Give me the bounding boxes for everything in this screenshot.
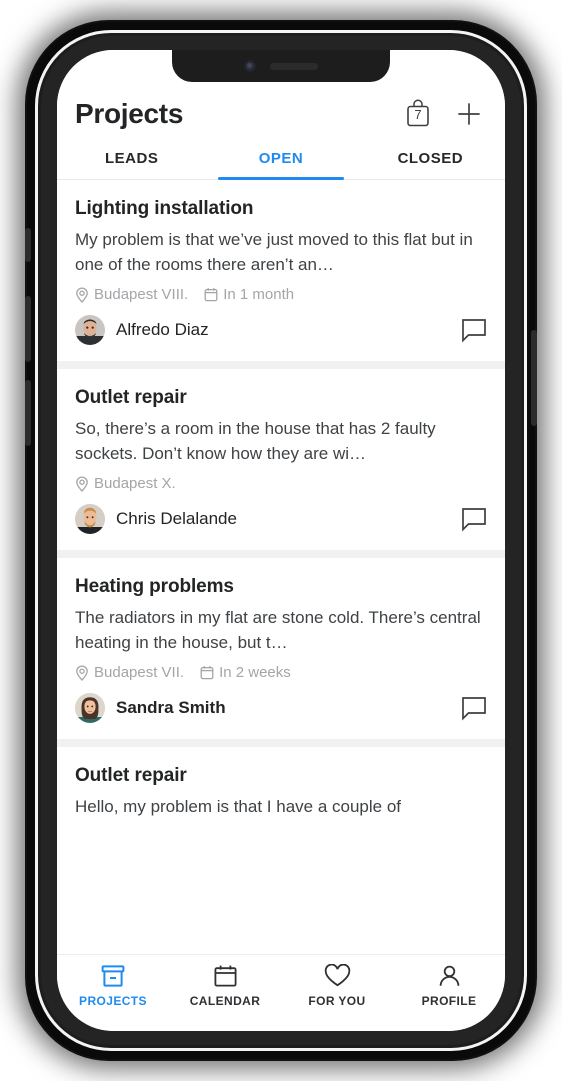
calendar-icon	[214, 965, 237, 987]
project-location-text: Budapest VIII.	[94, 286, 189, 303]
front-camera-icon	[244, 60, 256, 72]
project-author: Sandra Smith	[75, 693, 226, 723]
nav-label-for-you: FOR YOU	[308, 994, 366, 1008]
volume-up-button[interactable]	[25, 296, 31, 362]
project-footer: Chris Delalande	[75, 504, 487, 534]
screenshot-stage: Projects 7 LEADS OPEN CLOSED Lighting in…	[0, 0, 562, 1081]
avatar	[75, 504, 105, 534]
project-description: My problem is that we’ve just moved to t…	[75, 230, 473, 274]
location-pin-icon	[76, 665, 88, 681]
project-footer: Sandra Smith	[75, 693, 487, 723]
project-card[interactable]: Heating problems The radiators in my fla…	[57, 558, 505, 739]
heart-icon	[324, 964, 350, 987]
location-pin-icon	[76, 287, 88, 303]
nav-label-projects: PROJECTS	[79, 994, 147, 1008]
location-pin-icon	[76, 476, 88, 492]
project-card[interactable]: Outlet repair Hello, my problem is that …	[57, 747, 505, 838]
archive-box-icon	[101, 965, 125, 987]
project-location: Budapest X.	[75, 475, 176, 492]
bottom-navigation: PROJECTS CALENDAR FOR YOU PROFILE	[57, 954, 505, 1031]
tab-closed[interactable]: CLOSED	[356, 144, 505, 179]
project-author-name: Alfredo Diaz	[116, 320, 209, 339]
project-author: Chris Delalande	[75, 504, 237, 534]
person-icon	[439, 965, 459, 986]
nav-item-calendar[interactable]: CALENDAR	[169, 964, 281, 1008]
avatar-photo-sandra	[75, 693, 105, 723]
chat-bubble-icon	[462, 318, 486, 343]
project-author-name: Sandra Smith	[116, 698, 226, 717]
project-date: In 2 weeks	[200, 664, 291, 681]
project-meta: Budapest X.	[75, 475, 487, 492]
project-date-text: In 1 month	[223, 286, 295, 303]
project-list[interactable]: Lighting installation My problem is that…	[57, 180, 505, 838]
avatar-photo-chris	[75, 504, 105, 534]
nav-item-projects[interactable]: PROJECTS	[57, 964, 169, 1008]
chat-bubble-icon	[462, 696, 486, 721]
comment-button[interactable]	[461, 507, 487, 532]
nav-item-profile[interactable]: PROFILE	[393, 964, 505, 1008]
calendar-icon	[204, 288, 218, 302]
project-meta: Budapest VII. In 2 weeks	[75, 664, 487, 681]
project-author: Alfredo Diaz	[75, 315, 209, 345]
shopping-bag-badge-count: 7	[414, 107, 422, 122]
project-description: So, there’s a room in the house that has…	[75, 419, 436, 463]
project-description: The radiators in my flat are stone cold.…	[75, 608, 481, 652]
project-footer: Alfredo Diaz	[75, 315, 487, 345]
project-location: Budapest VIII.	[75, 286, 188, 303]
project-title: Outlet repair	[75, 765, 187, 786]
project-date-text: In 2 weeks	[219, 664, 291, 681]
project-title: Outlet repair	[75, 387, 187, 408]
project-card[interactable]: Lighting installation My problem is that…	[57, 180, 505, 361]
avatar	[75, 315, 105, 345]
power-button[interactable]	[531, 330, 537, 426]
project-card[interactable]: Outlet repair So, there’s a room in the …	[57, 369, 505, 550]
avatar	[75, 693, 105, 723]
tab-leads[interactable]: LEADS	[57, 144, 206, 179]
project-title: Heating problems	[75, 576, 234, 597]
shopping-bag-icon: 7	[403, 98, 433, 130]
nav-label-calendar: CALENDAR	[189, 994, 261, 1008]
project-location-text: Budapest VII.	[94, 664, 185, 681]
project-description: Hello, my problem is that I have a coupl…	[75, 797, 401, 816]
nav-item-for-you[interactable]: FOR YOU	[281, 964, 393, 1008]
project-meta: Budapest VIII. In 1 month	[75, 286, 487, 303]
phone-screen: Projects 7 LEADS OPEN CLOSED Lighting in…	[57, 50, 505, 1031]
tab-open[interactable]: OPEN	[206, 144, 355, 180]
project-status-tabs: LEADS OPEN CLOSED	[57, 130, 505, 180]
earpiece-speaker	[270, 62, 318, 70]
calendar-icon	[200, 666, 214, 680]
comment-button[interactable]	[461, 696, 487, 721]
page-title: Projects	[75, 98, 184, 129]
shopping-bag-button[interactable]: 7	[403, 98, 433, 130]
add-project-button[interactable]	[455, 100, 483, 128]
project-location: Budapest VII.	[75, 664, 184, 681]
nav-label-profile: PROFILE	[421, 994, 477, 1008]
mute-switch[interactable]	[25, 228, 31, 262]
project-title: Lighting installation	[75, 198, 254, 219]
notch	[172, 50, 390, 82]
project-date: In 1 month	[204, 286, 294, 303]
volume-down-button[interactable]	[25, 380, 31, 446]
chat-bubble-icon	[462, 507, 486, 532]
comment-button[interactable]	[461, 318, 487, 343]
project-location-text: Budapest X.	[94, 475, 176, 492]
header-actions: 7	[403, 98, 487, 130]
project-author-name: Chris Delalande	[116, 509, 237, 528]
avatar-photo-alfredo	[75, 315, 105, 345]
plus-icon	[458, 103, 480, 125]
